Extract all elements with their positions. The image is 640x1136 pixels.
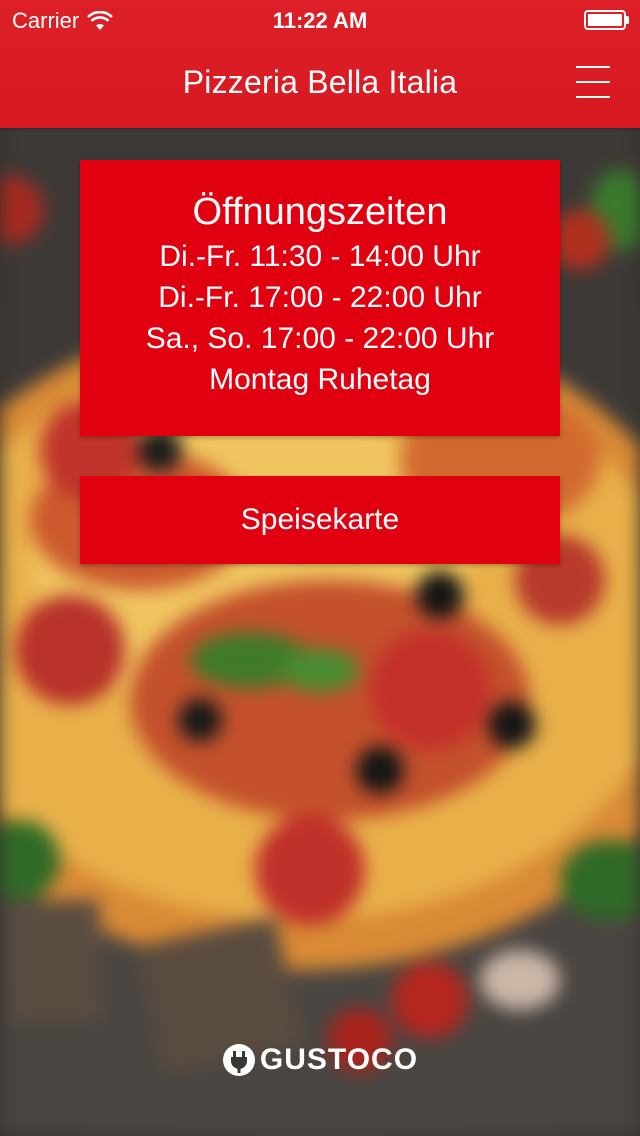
gustoco-brand-text: GUSTOCO (259, 1043, 419, 1076)
opening-hours-line: Di.-Fr. 11:30 - 14:00 Uhr (159, 240, 481, 273)
hamburger-menu-icon-line (576, 81, 610, 83)
gustoco-plug-icon (222, 1044, 255, 1076)
hamburger-menu-icon (576, 66, 610, 68)
battery-icon (584, 10, 629, 30)
opening-hours-line: Di.-Fr. 17:00 - 22:00 Uhr (158, 281, 482, 314)
hamburger-menu-icon-line (576, 96, 610, 98)
opening-hours-line: Sa., So. 17:00 - 22:00 Uhr (145, 322, 495, 355)
opening-hours-card: Öffnungszeiten Di.-Fr. 11:30 - 14:00 Uhr… (80, 160, 560, 436)
status-bar: Carrier 11:22 AM (0, 0, 640, 40)
opening-hours-line: Montag Ruhetag (209, 363, 431, 396)
opening-hours-title: Öffnungszeiten (192, 191, 448, 233)
status-time: 11:22 AM (272, 8, 368, 33)
menu-button[interactable] (576, 62, 612, 102)
opening-hours-list: Di.-Fr. 11:30 - 14:00 Uhr Di.-Fr. 17:00 … (80, 236, 560, 400)
gustoco-logo: GUSTOCO (0, 1040, 640, 1080)
speisekarte-button[interactable]: Speisekarte (80, 476, 560, 564)
page-title: Pizzeria Bella Italia (182, 64, 458, 100)
